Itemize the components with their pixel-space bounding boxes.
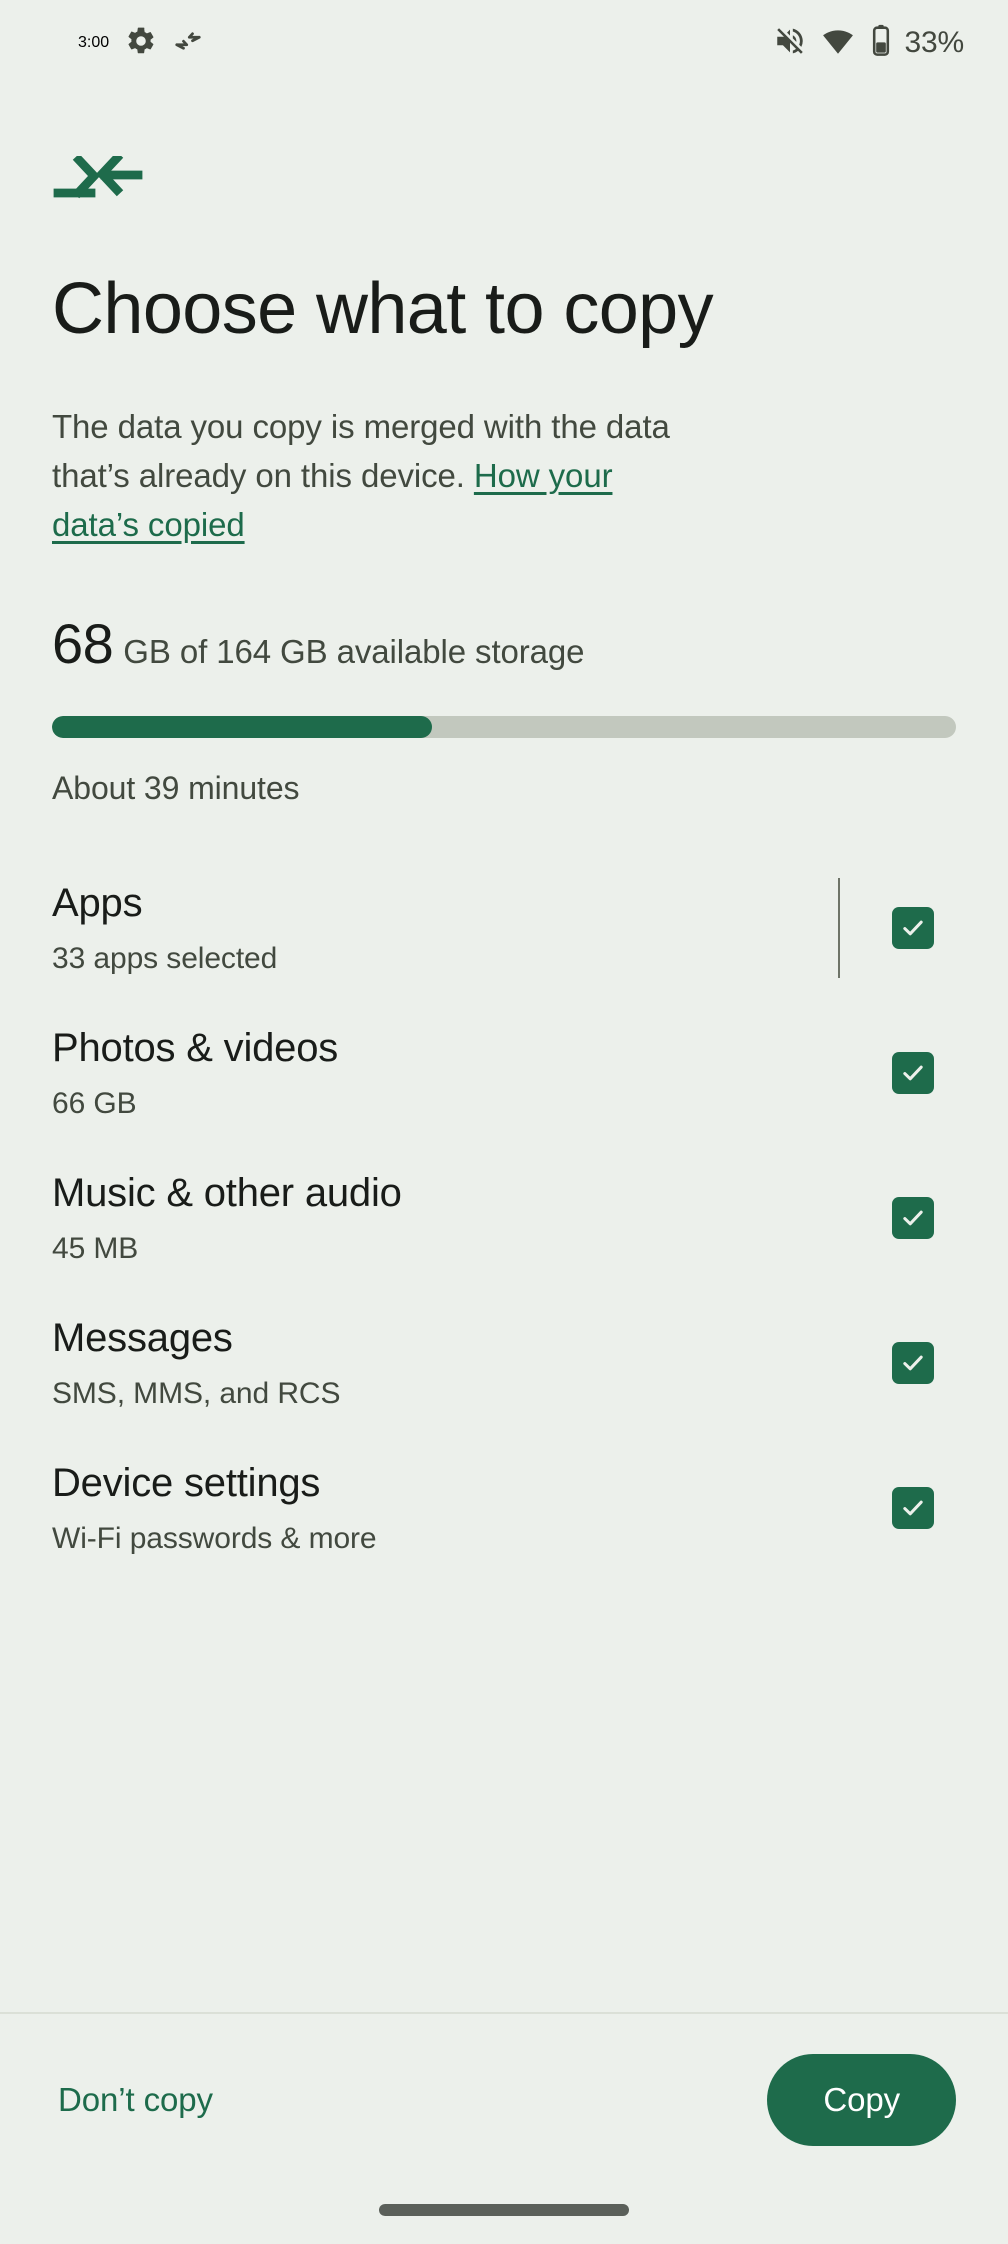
check-icon bbox=[903, 1065, 923, 1080]
volume-off-icon bbox=[773, 24, 807, 63]
table-row[interactable]: Messages SMS, MMS, and RCS bbox=[52, 1290, 956, 1435]
page-title: Choose what to copy bbox=[52, 269, 714, 349]
status-bar-left: 3:00 bbox=[78, 25, 203, 62]
row-title: Music & other audio bbox=[52, 1170, 402, 1215]
checkbox-checked[interactable] bbox=[892, 1051, 934, 1094]
row-subtitle: 33 apps selected bbox=[52, 941, 278, 975]
row-divider bbox=[838, 877, 840, 978]
checkbox-checked[interactable] bbox=[892, 1486, 934, 1529]
check-icon bbox=[903, 1355, 923, 1370]
row-right bbox=[838, 1458, 956, 1558]
check-icon bbox=[903, 1500, 923, 1515]
row-text: Device settings Wi-Fi passwords & more bbox=[52, 1459, 838, 1557]
gear-icon bbox=[125, 25, 157, 62]
data-transfer-brand-icon bbox=[52, 154, 956, 214]
row-right bbox=[838, 1313, 956, 1413]
row-right bbox=[838, 1023, 956, 1123]
checkbox-checked[interactable] bbox=[892, 906, 934, 949]
battery-icon bbox=[869, 24, 893, 63]
row-title: Apps bbox=[52, 880, 143, 925]
row-subtitle: SMS, MMS, and RCS bbox=[52, 1376, 341, 1410]
table-row[interactable]: Apps 33 apps selected bbox=[52, 855, 956, 1000]
status-time: 3:00 bbox=[78, 34, 110, 51]
row-text: Music & other audio 45 MB bbox=[52, 1169, 838, 1267]
row-text: Messages SMS, MMS, and RCS bbox=[52, 1314, 838, 1412]
data-transfer-icon bbox=[173, 26, 203, 61]
storage-progress-bar bbox=[52, 716, 956, 738]
row-title: Photos & videos bbox=[52, 1025, 339, 1070]
checkbox-checked[interactable] bbox=[892, 1341, 934, 1384]
bottom-actions: Don’t copy Copy bbox=[0, 2014, 1008, 2146]
row-subtitle: Wi-Fi passwords & more bbox=[52, 1521, 377, 1555]
home-indicator[interactable] bbox=[379, 2204, 629, 2216]
storage-available-label: GB of 164 GB available storage bbox=[123, 633, 585, 670]
row-title: Device settings bbox=[52, 1460, 321, 1505]
dont-copy-button[interactable]: Don’t copy bbox=[52, 2067, 219, 2133]
bottom-action-bar: Don’t copy Copy bbox=[0, 2012, 1008, 2244]
transfer-eta: About 39 minutes bbox=[52, 770, 300, 806]
wifi-icon bbox=[821, 24, 855, 63]
main-content: Choose what to copy The data you copy is… bbox=[0, 154, 1008, 1580]
status-bar: 3:00 33% bbox=[0, 0, 1008, 86]
check-icon bbox=[903, 1210, 923, 1225]
storage-available-value: 68 bbox=[52, 612, 114, 675]
copy-items-list: Apps 33 apps selected Photos & videos 66 GB… bbox=[52, 855, 956, 1580]
row-subtitle: 45 MB bbox=[52, 1231, 139, 1265]
storage-progress-fill bbox=[52, 716, 432, 738]
row-title: Messages bbox=[52, 1315, 233, 1360]
check-icon bbox=[903, 920, 923, 935]
row-subtitle: 66 GB bbox=[52, 1086, 137, 1120]
table-row[interactable]: Device settings Wi-Fi passwords & more bbox=[52, 1435, 956, 1580]
checkbox-checked[interactable] bbox=[892, 1196, 934, 1239]
row-right bbox=[838, 1168, 956, 1268]
status-bar-right: 33% bbox=[773, 24, 964, 63]
copy-button[interactable]: Copy bbox=[767, 2054, 956, 2146]
table-row[interactable]: Photos & videos 66 GB bbox=[52, 1000, 956, 1145]
row-text: Apps 33 apps selected bbox=[52, 879, 838, 977]
page-description: The data you copy is merged with the dat… bbox=[52, 402, 692, 549]
row-right bbox=[838, 877, 956, 978]
storage-summary: 68 GB of 164 GB available storage bbox=[52, 611, 956, 676]
battery-percent: 33% bbox=[904, 26, 965, 59]
row-text: Photos & videos 66 GB bbox=[52, 1024, 838, 1122]
table-row[interactable]: Music & other audio 45 MB bbox=[52, 1145, 956, 1290]
